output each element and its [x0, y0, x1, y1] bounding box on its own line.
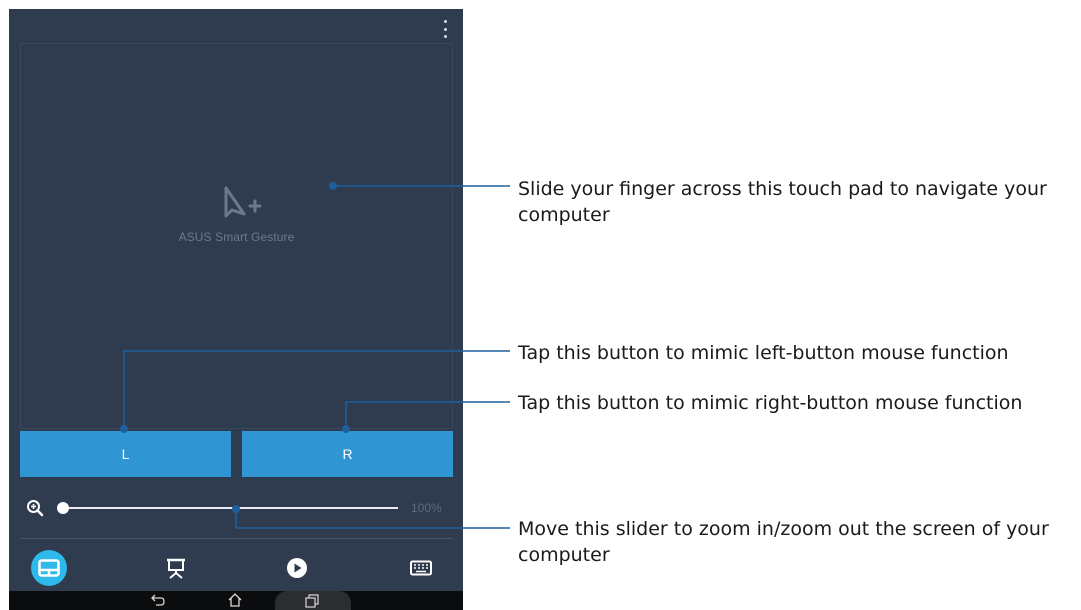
touchpad-area[interactable]: ASUS Smart Gesture [20, 43, 453, 429]
presentation-icon [167, 558, 185, 579]
nav-media-tab[interactable] [279, 550, 315, 586]
touchpad-label: ASUS Smart Gesture [178, 230, 295, 244]
nav-touchpad-tab[interactable] [31, 550, 67, 586]
zoom-slider-track[interactable] [64, 507, 398, 509]
recent-apps-icon [305, 594, 319, 608]
zoom-slider-thumb[interactable] [57, 502, 69, 514]
callout-slider-text: Move this slider to zoom in/zoom out the… [518, 518, 1049, 566]
nav-presentation-tab[interactable] [158, 550, 194, 586]
nav-keyboard-tab[interactable] [403, 550, 439, 586]
right-mouse-button[interactable]: R [242, 431, 453, 477]
system-nav-bar [9, 591, 463, 610]
home-icon[interactable] [227, 592, 243, 608]
bottom-nav [9, 545, 463, 591]
phone-screen: ASUS Smart Gesture L R 100% [9, 9, 463, 610]
callout-right-button-text: Tap this button to mimic right-button mo… [518, 392, 1023, 414]
gesture-cursor-icon [224, 186, 262, 218]
keyboard-icon [410, 560, 432, 576]
zoom-value: 100% [411, 501, 442, 515]
divider [20, 538, 453, 539]
touchpad-icon [38, 559, 60, 577]
recent-apps-button[interactable] [275, 591, 351, 610]
callout-touchpad-text: Slide your finger across this touch pad … [518, 178, 1047, 226]
zoom-in-icon [27, 500, 44, 517]
back-icon[interactable] [150, 593, 166, 607]
play-icon [287, 558, 307, 578]
left-mouse-button[interactable]: L [20, 431, 231, 477]
callout-left-button-text: Tap this button to mimic left-button mou… [518, 342, 1009, 364]
more-vert-icon[interactable] [439, 20, 451, 38]
